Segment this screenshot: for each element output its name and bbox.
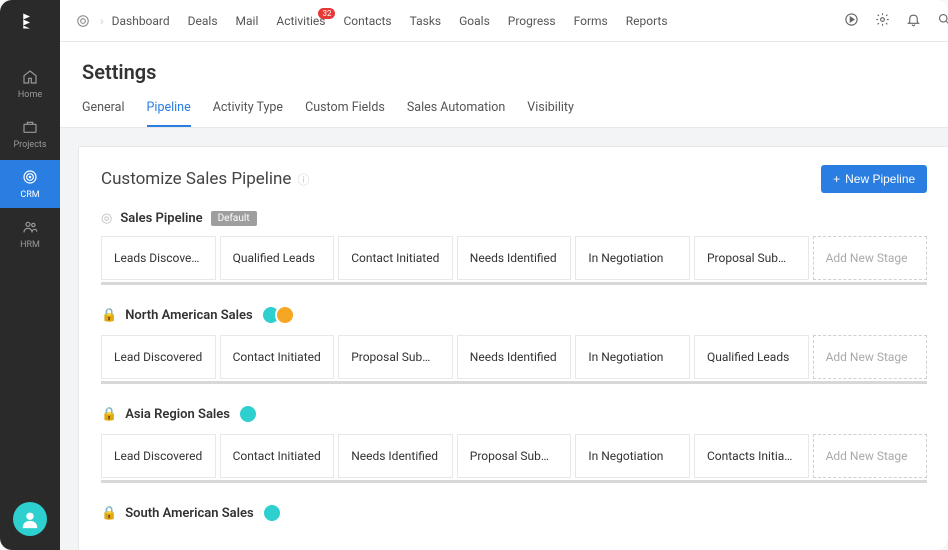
activities-badge: 32	[318, 8, 335, 19]
topnav-item-forms[interactable]: Forms	[574, 14, 608, 28]
sidebar-item-home[interactable]: Home	[0, 60, 60, 108]
settings-header: Settings General Pipeline Activity Type …	[60, 42, 948, 128]
pipeline-panel: Customize Sales Pipeline ⓘ + New Pipelin…	[78, 146, 948, 550]
top-nav: Dashboard Deals Mail Activities32 Contac…	[112, 14, 668, 28]
bell-icon[interactable]	[906, 12, 921, 30]
stage-row: Lead Discovered Contact Initiated Needs …	[101, 434, 927, 483]
lock-icon: 🔒	[101, 308, 117, 323]
stage-card[interactable]: Proposal Submitted	[457, 434, 572, 478]
pipeline-avatars[interactable]	[238, 404, 258, 424]
new-pipeline-button[interactable]: + New Pipeline	[821, 165, 927, 193]
top-icons	[844, 12, 948, 30]
default-badge: Default	[211, 211, 257, 226]
stage-card[interactable]: Lead Discovered	[101, 434, 216, 478]
pipeline-block: ◎ Sales Pipeline Default Leads Discovere…	[101, 211, 927, 285]
add-stage-button[interactable]: Add New Stage	[813, 434, 928, 478]
stage-card[interactable]: Contact Initiated	[338, 236, 453, 280]
content: Customize Sales Pipeline ⓘ + New Pipelin…	[60, 128, 948, 550]
tab-custom-fields[interactable]: Custom Fields	[305, 100, 385, 127]
chevron-right-icon: ›	[100, 14, 104, 28]
stage-card[interactable]: Needs Identified	[457, 335, 572, 379]
topnav-item-deals[interactable]: Deals	[188, 14, 218, 28]
topbar: › Dashboard Deals Mail Activities32 Cont…	[60, 0, 948, 42]
pipeline-block: 🔒 North American Sales Lead Discovered C…	[101, 305, 927, 384]
sidebar-item-crm[interactable]: CRM	[0, 160, 60, 208]
stage-card[interactable]: In Negotiation	[575, 335, 690, 379]
stage-card[interactable]: Qualified Leads	[220, 236, 335, 280]
stage-card[interactable]: Proposal Submitted	[694, 236, 809, 280]
settings-tabs: General Pipeline Activity Type Custom Fi…	[82, 100, 946, 127]
add-stage-button[interactable]: Add New Stage	[813, 236, 928, 280]
stage-card[interactable]: Needs Identified	[338, 434, 453, 478]
sidebar-item-hrm[interactable]: HRM	[0, 210, 60, 258]
avatar	[275, 305, 295, 325]
breadcrumb-icon[interactable]	[76, 14, 90, 28]
stage-card[interactable]: Lead Discovered	[101, 335, 216, 379]
topnav-item-mail[interactable]: Mail	[236, 14, 259, 28]
panel-header: Customize Sales Pipeline ⓘ + New Pipelin…	[101, 165, 927, 193]
sidebar-item-projects[interactable]: Projects	[0, 110, 60, 158]
topnav-item-contacts[interactable]: Contacts	[343, 14, 391, 28]
help-icon[interactable]: ⓘ	[297, 171, 309, 188]
stage-card[interactable]: Contacts Initiated	[694, 434, 809, 478]
tab-pipeline[interactable]: Pipeline	[147, 100, 191, 127]
stage-row: Leads Discovered Qualified Leads Contact…	[101, 236, 927, 285]
sidebar-item-label: Projects	[14, 140, 47, 150]
pipeline-block: 🔒 South American Sales	[101, 503, 927, 523]
pipeline-avatars[interactable]	[262, 503, 282, 523]
stage-card[interactable]: In Negotiation	[575, 434, 690, 478]
app-logo[interactable]	[0, 0, 60, 42]
stage-card[interactable]: Contact Initiated	[220, 335, 335, 379]
tab-general[interactable]: General	[82, 100, 125, 127]
target-icon	[21, 168, 39, 186]
topnav-item-tasks[interactable]: Tasks	[410, 14, 442, 28]
stage-card[interactable]: Qualified Leads	[694, 335, 809, 379]
plus-icon: +	[833, 172, 840, 186]
pipeline-avatars[interactable]	[261, 305, 295, 325]
search-icon[interactable]	[937, 12, 948, 30]
pipeline-name: Asia Region Sales	[125, 407, 230, 422]
topnav-item-goals[interactable]: Goals	[459, 14, 490, 28]
topnav-item-reports[interactable]: Reports	[626, 14, 668, 28]
pipeline-name: North American Sales	[125, 308, 253, 323]
tab-visibility[interactable]: Visibility	[527, 100, 574, 127]
sidebar-item-label: Home	[18, 90, 42, 100]
pipeline-name: South American Sales	[125, 506, 254, 521]
add-stage-button[interactable]: Add New Stage	[813, 335, 928, 379]
sidebar: Home Projects CRM HRM	[0, 0, 60, 550]
pipeline-header: 🔒 South American Sales	[101, 503, 927, 523]
page-title: Settings	[82, 60, 946, 84]
gear-icon[interactable]	[875, 12, 890, 30]
sidebar-item-label: HRM	[20, 240, 40, 250]
home-icon	[21, 68, 39, 86]
play-icon[interactable]	[844, 12, 859, 30]
avatar	[238, 404, 258, 424]
stage-card[interactable]: Leads Discovered	[101, 236, 216, 280]
stage-card[interactable]: Proposal Submitted	[338, 335, 453, 379]
panel-title: Customize Sales Pipeline	[101, 169, 291, 189]
stage-card[interactable]: Needs Identified	[457, 236, 572, 280]
pipeline-block: 🔒 Asia Region Sales Lead Discovered Cont…	[101, 404, 927, 483]
stage-card[interactable]: Contact Initiated	[220, 434, 335, 478]
lock-icon: 🔒	[101, 506, 117, 521]
tab-sales-automation[interactable]: Sales Automation	[407, 100, 505, 127]
pipeline-header: 🔒 Asia Region Sales	[101, 404, 927, 424]
topnav-item-dashboard[interactable]: Dashboard	[112, 14, 170, 28]
briefcase-icon	[21, 118, 39, 136]
target-small-icon: ◎	[101, 211, 112, 226]
pipeline-name: Sales Pipeline	[120, 211, 202, 226]
main-area: › Dashboard Deals Mail Activities32 Cont…	[60, 0, 948, 550]
user-avatar[interactable]	[13, 502, 47, 536]
topnav-item-progress[interactable]: Progress	[508, 14, 556, 28]
stage-card[interactable]: In Negotiation	[575, 236, 690, 280]
tab-activity-type[interactable]: Activity Type	[213, 100, 283, 127]
topnav-item-activities[interactable]: Activities32	[276, 14, 325, 28]
sidebar-item-label: CRM	[20, 190, 39, 200]
stage-row: Lead Discovered Contact Initiated Propos…	[101, 335, 927, 384]
pipeline-header: ◎ Sales Pipeline Default	[101, 211, 927, 226]
lock-icon: 🔒	[101, 407, 117, 422]
avatar	[262, 503, 282, 523]
people-icon	[21, 218, 39, 236]
pipeline-header: 🔒 North American Sales	[101, 305, 927, 325]
